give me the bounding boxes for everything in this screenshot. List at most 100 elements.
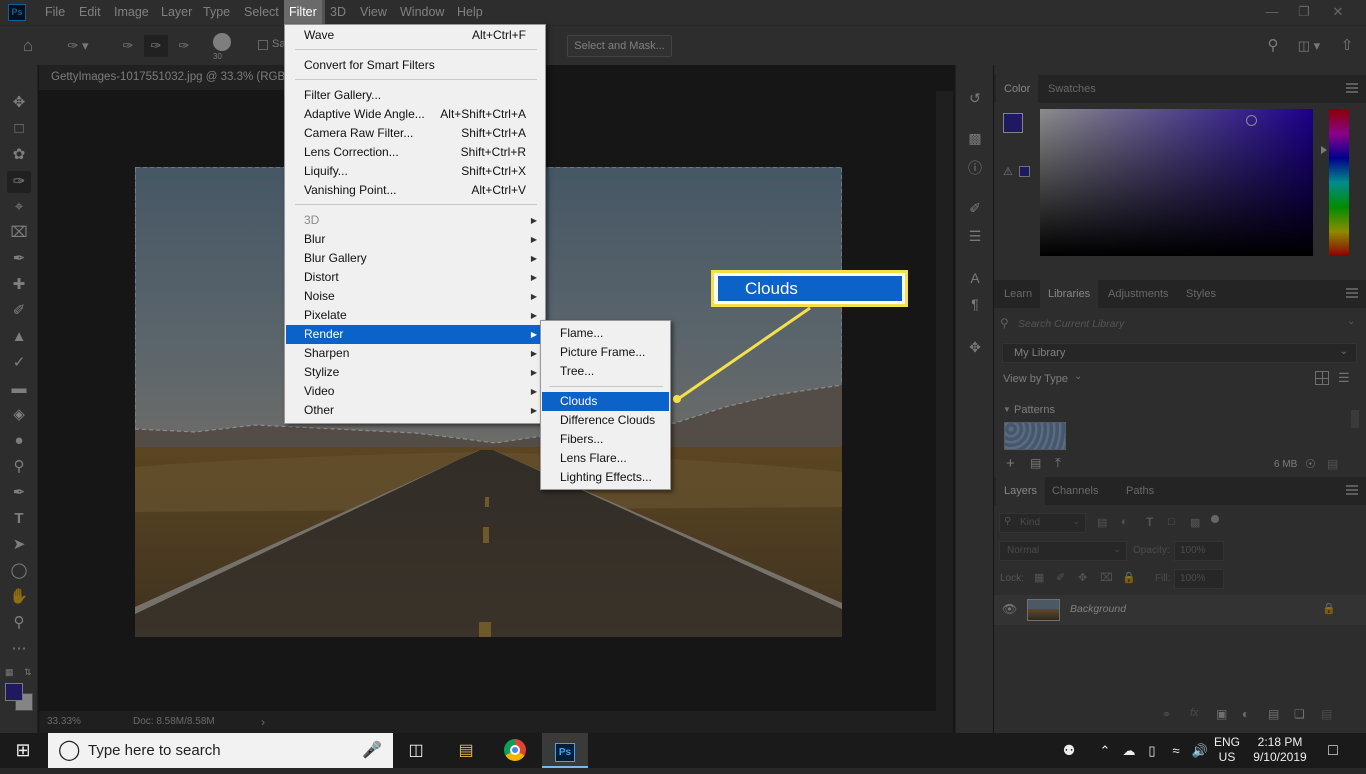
status-menu-arrow-icon[interactable]: ›	[261, 711, 265, 733]
tab-learn[interactable]: Learn	[996, 280, 1040, 308]
task-view-icon[interactable]: ◫	[393, 733, 439, 768]
vertical-scrollbar[interactable]	[936, 91, 953, 711]
chrome-icon[interactable]	[492, 733, 538, 768]
minimize-icon[interactable]: —	[1256, 0, 1288, 25]
new-group-icon[interactable]: ▤	[1268, 707, 1279, 721]
opacity-input[interactable]: 100%	[1174, 541, 1224, 561]
color-panel-menu-icon[interactable]	[1346, 83, 1358, 93]
history-brush-tool-icon[interactable]: ✓	[7, 352, 31, 374]
restore-icon[interactable]: ❐	[1288, 0, 1320, 25]
filter-smart-object-icon[interactable]: ▩	[1190, 516, 1200, 529]
submenu-item-fibers[interactable]: Fibers...	[542, 430, 669, 449]
hand-tool-icon[interactable]: ✋	[7, 586, 31, 608]
zoom-level[interactable]: 33.33%	[47, 711, 81, 733]
path-selection-tool-icon[interactable]: ➤	[7, 534, 31, 556]
menu-item-stylize[interactable]: Stylize ▶	[286, 363, 544, 382]
filter-pixel-icon[interactable]: ▤	[1097, 516, 1107, 529]
submenu-item-lighting-effects[interactable]: Lighting Effects...	[542, 468, 669, 487]
filter-shape-icon[interactable]: □	[1168, 516, 1175, 528]
adjustment-layer-icon[interactable]: ◐	[1242, 707, 1249, 721]
type-tool-icon[interactable]: T	[7, 508, 31, 530]
add-mask-icon[interactable]: ▣	[1216, 707, 1227, 721]
tab-color[interactable]: Color	[996, 75, 1039, 103]
layer-lock-icon[interactable]: 🔒	[1322, 602, 1336, 615]
menu-item-pixelate[interactable]: Pixelate ▶	[286, 306, 544, 325]
wifi-icon[interactable]: ≈	[1166, 733, 1186, 768]
blur-tool-icon[interactable]: ●	[7, 430, 31, 452]
photoshop-taskbar-icon[interactable]: Ps	[542, 733, 588, 768]
lasso-tool-icon[interactable]: ✿	[7, 144, 31, 166]
marquee-tool-icon[interactable]: □	[7, 118, 31, 140]
3d-panel-icon[interactable]: ▩	[965, 128, 985, 148]
new-selection-brush-icon[interactable]: ✑	[116, 35, 140, 57]
lock-all-icon[interactable]: 🔒	[1122, 571, 1136, 584]
library-search-input[interactable]: Search Current Library	[1018, 318, 1124, 330]
menu-layer[interactable]: Layer	[156, 0, 197, 25]
tab-swatches[interactable]: Swatches	[1040, 75, 1104, 103]
fill-input[interactable]: 100%	[1174, 569, 1224, 589]
blend-mode-dropdown[interactable]: Normal ⌄	[999, 541, 1127, 561]
pen-tool-icon[interactable]: ✒	[7, 482, 31, 504]
library-folder-icon[interactable]: ▤	[1030, 456, 1041, 470]
more-tools-icon[interactable]: ⋯	[7, 638, 31, 660]
add-library-item-icon[interactable]: +	[1006, 455, 1015, 472]
language-indicator[interactable]: ENG US	[1212, 733, 1242, 768]
search-icon[interactable]: ⚲	[1262, 35, 1284, 57]
document-tab[interactable]: GettyImages-1017551032.jpg @ 33.3% (RGB/	[39, 65, 284, 90]
windows-start-icon[interactable]: ⊞	[0, 733, 46, 768]
library-upload-icon[interactable]: ⤒	[1055, 455, 1061, 471]
grid-view-icon[interactable]	[1315, 371, 1329, 385]
filter-toggle-icon[interactable]	[1211, 515, 1219, 523]
libraries-scrollbar[interactable]	[1351, 410, 1359, 428]
layers-panel-menu-icon[interactable]	[1346, 485, 1358, 495]
layer-name[interactable]: Background	[1070, 603, 1126, 615]
libraries-panel-menu-icon[interactable]	[1346, 288, 1358, 298]
list-view-icon[interactable]: ☰	[1338, 370, 1350, 386]
character-panel-icon[interactable]: A	[965, 268, 985, 288]
menu-item-blur[interactable]: Blur ▶	[286, 230, 544, 249]
history-panel-icon[interactable]: ↺	[965, 88, 985, 108]
sample-all-checkbox[interactable]	[258, 40, 268, 50]
file-explorer-icon[interactable]: ▤	[443, 733, 489, 768]
quick-selection-tool-icon[interactable]: ✑	[7, 171, 31, 193]
home-icon[interactable]: ⌂	[14, 35, 42, 57]
swap-colors-icon[interactable]: ⇅	[24, 667, 32, 678]
tab-adjustments[interactable]: Adjustments	[1100, 280, 1177, 308]
filter-adjustment-icon[interactable]: ◐	[1121, 516, 1128, 528]
menu-help[interactable]: Help	[452, 0, 488, 25]
onedrive-cloud-icon[interactable]: ☁	[1118, 733, 1140, 768]
workspace-icon[interactable]: ◫ ▾	[1292, 35, 1326, 57]
tab-layers[interactable]: Layers	[996, 477, 1046, 505]
lock-artboard-icon[interactable]: ⌧	[1100, 571, 1113, 584]
microphone-icon[interactable]: 🎤	[362, 733, 382, 768]
menu-file[interactable]: File	[40, 0, 70, 25]
menu-item-liquify[interactable]: Liquify... Shift+Ctrl+X	[286, 162, 544, 181]
layer-style-fx-icon[interactable]: fx	[1190, 707, 1199, 719]
color-foreground-swatch[interactable]	[1003, 113, 1023, 133]
brush-tool-icon[interactable]: ✐	[7, 300, 31, 322]
submenu-item-tree[interactable]: Tree...	[542, 362, 669, 381]
submenu-item-flame[interactable]: Flame...	[542, 324, 669, 343]
library-dropdown[interactable]: My Library ⌄	[1002, 343, 1357, 363]
default-colors-icon[interactable]: ▦	[5, 667, 14, 678]
gamut-color-swatch[interactable]	[1019, 166, 1030, 177]
taskbar-search-box[interactable]: ◯ Type here to search 🎤	[48, 733, 393, 768]
action-center-icon[interactable]: □	[1318, 733, 1348, 768]
tab-paths[interactable]: Paths	[1118, 477, 1162, 505]
zoom-tool-icon[interactable]: ⚲	[7, 612, 31, 634]
brush-settings-panel-icon[interactable]: ✐	[965, 198, 985, 218]
library-search-chevron-icon[interactable]: ⌄	[1347, 316, 1355, 327]
menu-item-filter-gallery[interactable]: Filter Gallery...	[286, 86, 544, 105]
menu-item-sharpen[interactable]: Sharpen ▶	[286, 344, 544, 363]
menu-item-wave[interactable]: Wave Alt+Ctrl+F	[286, 26, 544, 45]
close-icon[interactable]: ✕	[1322, 0, 1354, 25]
subtract-selection-brush-icon[interactable]: ✑	[172, 35, 196, 57]
delete-layer-icon[interactable]: ▤	[1321, 707, 1332, 721]
foreground-color-swatch[interactable]	[5, 683, 23, 701]
dodge-tool-icon[interactable]: ⚲	[7, 456, 31, 478]
battery-icon[interactable]: ▯	[1142, 733, 1162, 768]
submenu-item-lens-flare[interactable]: Lens Flare...	[542, 449, 669, 468]
menu-item-3d[interactable]: 3D ▶	[286, 211, 544, 230]
menu-image[interactable]: Image	[109, 0, 154, 25]
menu-item-render[interactable]: Render ▶	[286, 325, 544, 344]
